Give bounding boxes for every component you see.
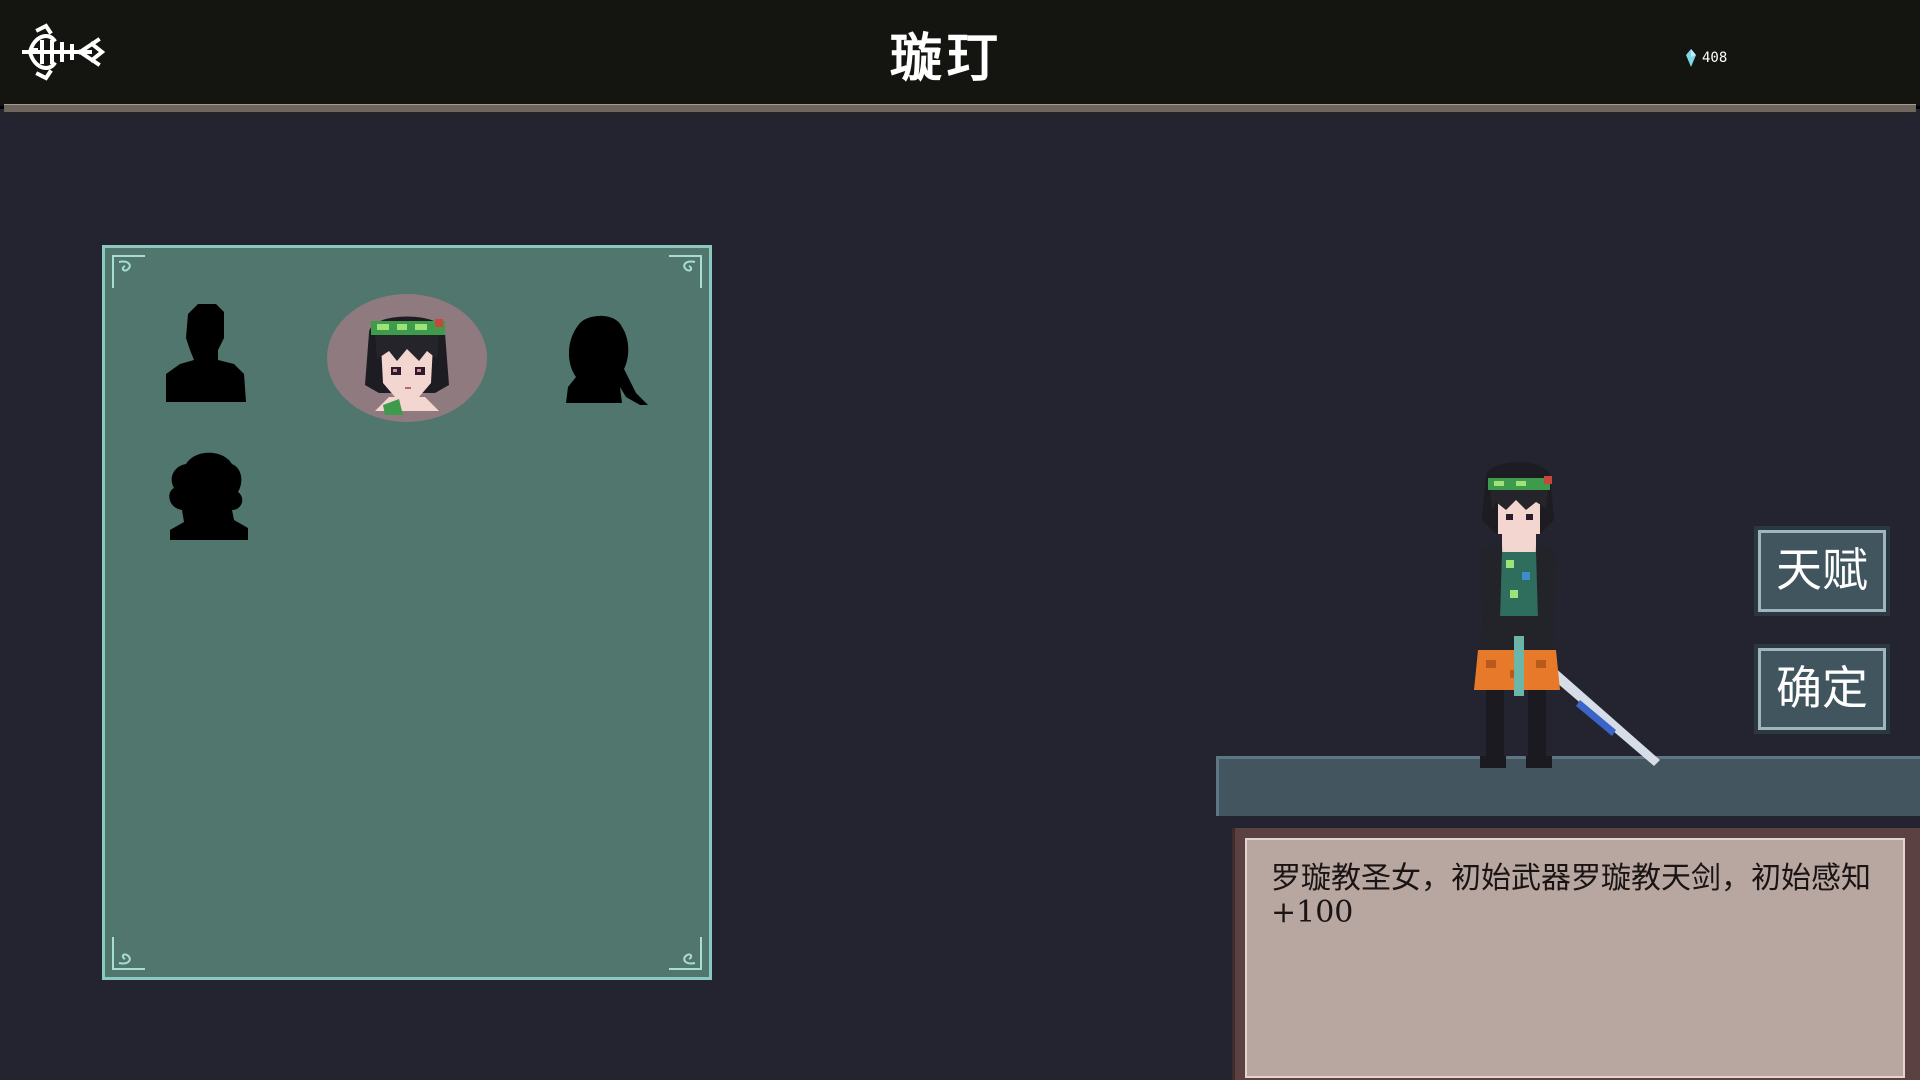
- character-slot-locked[interactable]: [160, 298, 255, 403]
- corner-ornament-icon: [112, 937, 145, 970]
- corner-ornament-icon: [112, 255, 145, 288]
- corner-ornament-icon: [669, 255, 702, 288]
- confirm-button[interactable]: 确定: [1758, 648, 1886, 730]
- description-inner: 罗璇教圣女，初始武器罗璇教天剑，初始感知+100: [1245, 838, 1905, 1078]
- crystal-gem-icon: [1686, 49, 1696, 67]
- character-slot-locked[interactable]: [162, 448, 262, 548]
- saint-maiden-portrait-icon: [327, 294, 487, 422]
- curly-hair-silhouette-icon: [169, 452, 248, 540]
- character-slot-locked[interactable]: [560, 313, 655, 413]
- page-title: 璇玎: [889, 29, 1002, 89]
- character-sprite-icon: [1474, 462, 1660, 768]
- currency-amount: 408: [1702, 50, 1728, 66]
- header-divider: [4, 104, 1916, 113]
- ponytail-silhouette-icon: [566, 315, 648, 405]
- corner-ornament-icon: [669, 937, 702, 970]
- character-roster-panel: [102, 245, 712, 980]
- character-description-text: 罗璇教圣女，初始武器罗璇教天剑，初始感知+100: [1271, 861, 1871, 930]
- short-hair-silhouette-icon: [166, 304, 246, 402]
- talent-button[interactable]: 天赋: [1758, 530, 1886, 612]
- character-description-panel: 罗璇教圣女，初始武器罗璇教天剑，初始感知+100: [1232, 828, 1920, 1080]
- character-slot-selected[interactable]: [327, 293, 487, 423]
- character-preview: [1440, 460, 1680, 780]
- currency-display: 408: [1686, 48, 1727, 68]
- top-bar: 璇玎 408: [0, 0, 1920, 109]
